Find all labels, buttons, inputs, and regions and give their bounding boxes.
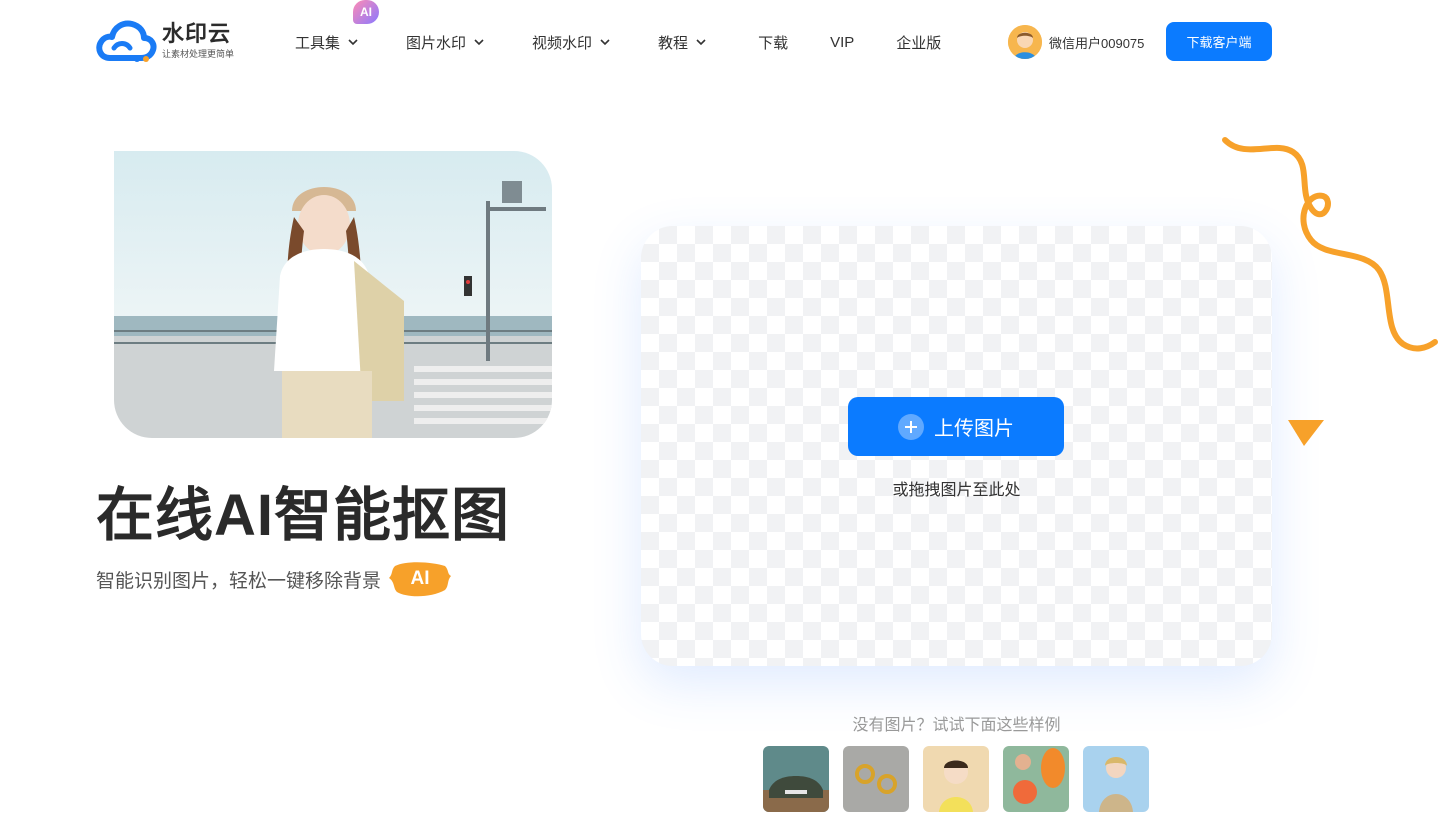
upload-button-label: 上传图片 <box>934 418 1014 440</box>
ai-tag-label: AI <box>410 568 430 589</box>
download-client-button[interactable]: 下载客户端 <box>1166 22 1272 61</box>
user-name: 微信用户009075 <box>1049 35 1145 51</box>
upload-image-button[interactable]: 上传图片 <box>848 397 1064 456</box>
ai-tag: AI <box>389 560 452 598</box>
chevron-down-icon <box>696 39 706 46</box>
nav-label: VIP <box>830 33 855 51</box>
squiggle-decoration-icon <box>1222 137 1438 352</box>
nav-label: 企业版 <box>896 34 942 52</box>
nav-item-tools[interactable]: 工具集 AI <box>295 0 379 54</box>
nav-item-vip[interactable]: VIP <box>830 30 854 54</box>
chevron-down-icon <box>474 39 484 46</box>
chevron-down-icon <box>348 39 358 46</box>
drag-hint: 或拖拽图片至此处 <box>892 482 1021 499</box>
brand-logo[interactable]: 水印云 让素材处理更简单 <box>96 18 234 64</box>
triangle-decoration-icon <box>1288 420 1324 446</box>
page-title: 在线AI智能抠图 <box>96 483 511 548</box>
user-menu[interactable]: 微信用户009075 <box>1008 25 1144 59</box>
chevron-down-icon <box>600 39 610 46</box>
nav-label: 图片水印 <box>406 34 467 52</box>
ai-badge: AI <box>353 0 379 24</box>
brand-tagline: 让素材处理更简单 <box>162 49 235 59</box>
nav-item-video-watermark[interactable]: 视频水印 <box>532 30 612 54</box>
brand-name: 水印云 <box>162 21 232 46</box>
hero-subtitle-text: 智能识别图片，轻松一键移除背景 <box>96 570 382 592</box>
nav-item-image-watermark[interactable]: 图片水印 <box>406 30 486 54</box>
samples-label: 没有图片？试试下面这些样例 <box>852 717 1061 734</box>
nav-item-enterprise[interactable]: 企业版 <box>896 30 941 54</box>
hero-image <box>114 151 552 438</box>
sample-list <box>763 746 1163 812</box>
sample-child[interactable] <box>923 746 989 812</box>
nav-item-download[interactable]: 下载 <box>758 30 788 54</box>
top-header: 水印云 让素材处理更简单 工具集 AI 图片水印 视频水印 教程 下载 VIP … <box>0 0 1439 84</box>
nav-label: 教程 <box>658 34 689 52</box>
sample-papaya[interactable] <box>1003 746 1069 812</box>
nav-item-tutorial[interactable]: 教程 <box>658 30 708 54</box>
sample-car[interactable] <box>763 746 829 812</box>
cloud-logo-icon <box>96 20 157 62</box>
upload-dropzone[interactable]: 上传图片 或拖拽图片至此处 <box>641 226 1272 666</box>
nav-label: 工具集 <box>295 34 341 52</box>
plus-icon <box>898 413 924 440</box>
avatar-icon <box>1008 25 1042 59</box>
nav-label: 下载 <box>758 34 789 52</box>
main-nav: 工具集 AI 图片水印 视频水印 教程 下载 VIP 企业版 <box>295 0 941 54</box>
nav-label: 视频水印 <box>532 34 593 52</box>
sample-woman[interactable] <box>1083 746 1149 812</box>
sample-earrings[interactable] <box>843 746 909 812</box>
hero-subtitle: 智能识别图片，轻松一键移除背景 AI <box>96 560 452 598</box>
